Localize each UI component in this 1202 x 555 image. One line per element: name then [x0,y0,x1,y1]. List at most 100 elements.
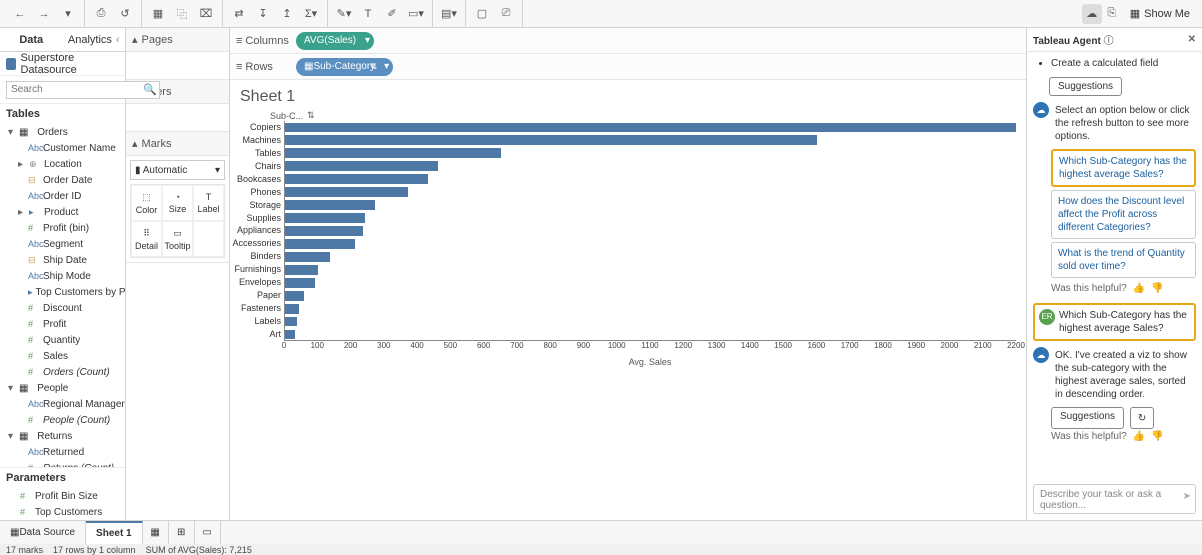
folder-orders[interactable]: ▾▦ Orders [2,124,123,140]
field-item[interactable]: #Profit [2,316,123,332]
field-item[interactable]: ⊟Order Date [2,172,123,188]
columns-shelf[interactable]: ≡Columns AVG(Sales)▾ [230,28,1026,54]
new-sheet-icon[interactable]: ▦ [143,521,169,544]
bar-mark[interactable] [285,291,304,301]
bar-mark[interactable] [285,330,295,340]
revert-icon[interactable]: ↺ [115,4,135,24]
fit-icon[interactable]: ▭▾ [406,4,426,24]
bar-mark[interactable] [285,265,318,275]
info-icon[interactable]: ⓘ [1104,36,1114,47]
marks-tooltip[interactable]: ▭Tooltip [162,221,193,257]
suggestion-card-3[interactable]: What is the trend of Quantity sold over … [1051,242,1196,278]
suggestion-card-2[interactable]: How does the Discount level affect the P… [1051,190,1196,239]
bar-mark[interactable] [285,239,355,249]
bar-mark[interactable] [285,123,1016,133]
bar-mark[interactable] [285,304,299,314]
forward-icon[interactable]: → [34,4,54,24]
bar-mark[interactable] [285,174,428,184]
presentation-icon[interactable]: ▤▾ [439,4,459,24]
new-dashboard-icon[interactable]: ⊞ [169,521,195,544]
pages-shelf[interactable] [126,52,229,80]
sort-indicator-icon[interactable]: ⇅ [307,110,315,121]
card-icon[interactable]: ▢ [472,4,492,24]
close-icon[interactable]: ✕ [1188,34,1196,45]
highlight-icon[interactable]: ✎▾ [334,4,354,24]
field-item[interactable]: #People (Count) [2,412,123,428]
back-icon[interactable]: ← [10,4,30,24]
field-item[interactable]: AbcRegional Manager [2,396,123,412]
pages-shelf-header[interactable]: ▴Pages [126,28,229,52]
thumbs-down-icon[interactable]: 👎 [1151,431,1163,442]
marks-shelf-header[interactable]: ▴Marks [126,132,229,156]
tab-data-source[interactable]: ▦ Data Source [0,521,86,544]
thumbs-up-icon[interactable]: 👍 [1133,283,1145,294]
marks-type-select[interactable]: ▮ Automatic▾ [130,160,225,180]
marks-color[interactable]: ⬚Color [131,185,162,221]
field-item[interactable]: ▸Top Customers by P... [2,284,123,300]
bar-mark[interactable] [285,161,438,171]
suggestions-button-2[interactable]: Suggestions [1051,407,1124,429]
param-profit-bin[interactable]: #Profit Bin Size [0,488,125,504]
sheet-title[interactable]: Sheet 1 [230,80,1026,110]
pill-avg-sales[interactable]: AVG(Sales)▾ [296,32,374,50]
bar-mark[interactable] [285,278,315,288]
field-item[interactable]: ⊟Ship Date [2,252,123,268]
folder-people[interactable]: ▾▦ People [2,380,123,396]
format-icon[interactable]: ✐ [382,4,402,24]
tab-analytics[interactable]: Analytics‹ [63,28,126,51]
sort-asc-icon[interactable]: ↧ [253,4,273,24]
field-item[interactable]: #Sales [2,348,123,364]
dup-ws-icon[interactable]: ⿻ [172,4,192,24]
pill-sub-category[interactable]: ▦ Sub-Category⇅▾ [296,58,393,76]
suggestions-button[interactable]: Suggestions [1049,77,1122,96]
clear-ws-icon[interactable]: ⌧ [196,4,216,24]
suggestion-card-1[interactable]: Which Sub-Category has the highest avera… [1051,149,1196,187]
new-ws-icon[interactable]: ▦ [148,4,168,24]
bar-mark[interactable] [285,200,375,210]
param-top-customers[interactable]: #Top Customers [0,504,125,520]
agent-toggle-icon[interactable]: ☁ [1082,4,1102,24]
labels-icon[interactable]: T [358,4,378,24]
thumbs-up-icon[interactable]: 👍 [1133,431,1145,442]
refresh-icon[interactable]: ↻ [1130,407,1154,429]
dropdown-icon[interactable]: ▾ [58,4,78,24]
search-input[interactable] [6,81,160,99]
sort-desc-icon[interactable]: ↥ [277,4,297,24]
bar-mark[interactable] [285,226,363,236]
field-item[interactable]: #Orders (Count) [2,364,123,380]
field-item[interactable]: AbcOrder ID [2,188,123,204]
marks-detail[interactable]: ⠿Detail [131,221,162,257]
guide-icon[interactable]: ⎘ [1102,4,1122,24]
marks-label[interactable]: TLabel [193,185,224,221]
field-item[interactable]: #Profit (bin) [2,220,123,236]
field-item[interactable]: AbcReturned [2,444,123,460]
show-me-button[interactable]: ▦ Show Me [1122,7,1198,20]
field-item[interactable]: ▸⊕Location [2,156,123,172]
field-item[interactable]: AbcSegment [2,236,123,252]
bar-mark[interactable] [285,317,297,327]
field-item[interactable]: #Returns (Count) [2,460,123,467]
agent-input[interactable]: Describe your task or ask a question... … [1033,484,1196,514]
marks-size[interactable]: ◔Size [162,185,193,221]
thumbs-down-icon[interactable]: 👎 [1151,283,1163,294]
field-item[interactable]: AbcShip Mode [2,268,123,284]
bar-mark[interactable] [285,135,817,145]
field-item[interactable]: #Discount [2,300,123,316]
datasource-row[interactable]: Superstore Datasource [0,52,125,76]
filters-shelf[interactable] [126,104,229,132]
field-item[interactable]: ▸▸Product [2,204,123,220]
rows-shelf[interactable]: ≡Rows ▦ Sub-Category⇅▾ [230,54,1026,80]
send-icon[interactable]: ➤ [1183,491,1191,502]
field-item[interactable]: AbcCustomer Name [2,140,123,156]
download-icon[interactable]: ⎚ [496,4,516,24]
tab-data[interactable]: Data [0,28,63,51]
bar-mark[interactable] [285,187,408,197]
new-story-icon[interactable]: ▭ [195,521,221,544]
tab-sheet1[interactable]: Sheet 1 [86,521,143,544]
y-axis-header[interactable]: Sub-C... [270,111,303,121]
bar-mark[interactable] [285,213,365,223]
bar-mark[interactable] [285,252,330,262]
folder-returns[interactable]: ▾▦ Returns [2,428,123,444]
bars-area[interactable] [284,121,1016,341]
totals-icon[interactable]: Σ▾ [301,4,321,24]
